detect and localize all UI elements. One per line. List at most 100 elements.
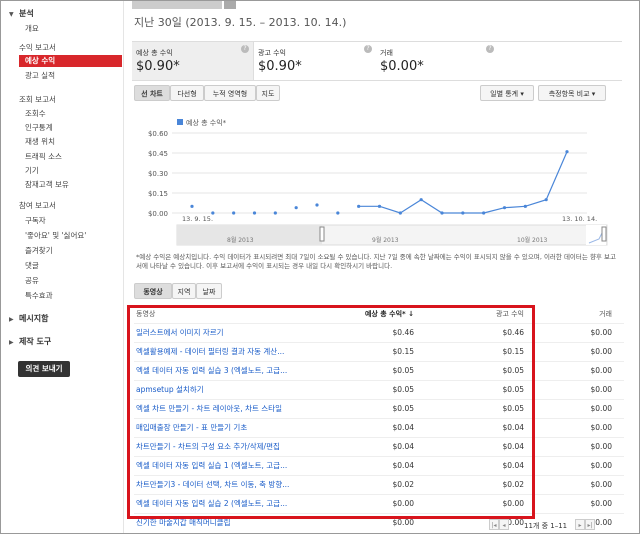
revenue-note: *예상 수익은 예상치입니다. 수익 데이터가 표시되려면 최대 7일이 소요될… bbox=[136, 253, 616, 270]
pager-label: 11개 중 1–11 bbox=[524, 522, 568, 530]
sidebar-item-ad-performance[interactable]: 광고 실적 bbox=[25, 70, 55, 81]
sidebar-item-comments[interactable]: 댓글 bbox=[25, 260, 39, 271]
data-point bbox=[190, 204, 194, 208]
sidebar-section-creation-tools[interactable]: ▶ 제작 도구 bbox=[9, 336, 51, 347]
sidebar-item-favorites[interactable]: 즐겨찾기 bbox=[25, 245, 53, 256]
overview-month-label: 8월 2013 bbox=[227, 236, 254, 244]
legend-swatch bbox=[177, 119, 183, 125]
col-transactions[interactable]: 거래 bbox=[574, 305, 612, 323]
metric-summary: 예상 총 수익 $0.90* ? 광고 수익 $0.90* ? 거래 $0.00… bbox=[132, 41, 622, 81]
data-point bbox=[232, 211, 236, 215]
sidebar-item-audience-retention[interactable]: 잠재고객 보유 bbox=[25, 179, 69, 190]
tab-date[interactable]: 날짜 bbox=[196, 283, 222, 299]
series-line bbox=[358, 151, 568, 214]
transactions-cell: $0.00 bbox=[590, 404, 612, 413]
sidebar-item-likes-dislikes[interactable]: '좋아요' 및 '싫어요' bbox=[25, 230, 86, 241]
data-point bbox=[252, 211, 257, 215]
sidebar-item-engagement-reports[interactable]: 참여 보고서 bbox=[19, 200, 56, 211]
dropdown-arrow-icon: ▾ bbox=[591, 90, 596, 98]
metric-ad-revenue[interactable]: 광고 수익 $0.90* ? bbox=[254, 42, 376, 80]
metric-estimated-revenue[interactable]: 예상 총 수익 $0.90* ? bbox=[132, 42, 254, 80]
sidebar-item-revenue-reports[interactable]: 수익 보고서 bbox=[19, 42, 56, 53]
transactions-cell: $0.00 bbox=[590, 480, 612, 489]
transactions-cell: $0.00 bbox=[590, 347, 612, 356]
metric-transactions[interactable]: 거래 $0.00* ? bbox=[376, 42, 498, 80]
data-point bbox=[502, 206, 507, 210]
highlight-box bbox=[127, 305, 535, 519]
transactions-cell: $0.00 bbox=[590, 385, 612, 394]
help-icon[interactable]: ? bbox=[241, 45, 249, 53]
y-tick-label: $0.00 bbox=[148, 210, 168, 218]
sidebar-section-inbox[interactable]: ▶ 메시지함 bbox=[9, 313, 48, 324]
transactions-cell: $0.00 bbox=[590, 423, 612, 432]
chart-svg: 예상 총 수익* $0.60 $0.45 $0.30 $0.15 $0.00 13. 9. … bbox=[148, 118, 608, 246]
sidebar: ▼ 분석 개요 수익 보고서 예상 수익 광고 실적 조회 보고서 조회수 인구통… bbox=[1, 1, 124, 533]
sidebar-item-estimated-revenue[interactable]: 예상 수익 bbox=[19, 55, 122, 67]
tab-region[interactable]: 지역 bbox=[172, 283, 196, 299]
tab-multi-line[interactable]: 다선형 bbox=[170, 85, 204, 101]
sidebar-item-subscribers[interactable]: 구독자 bbox=[25, 215, 46, 226]
first-page-icon[interactable]: |◂ bbox=[489, 519, 499, 530]
data-point bbox=[482, 211, 486, 215]
sidebar-item-demographics[interactable]: 인구통계 bbox=[25, 122, 53, 133]
data-point bbox=[377, 204, 382, 208]
y-tick-label: $0.45 bbox=[148, 150, 168, 158]
data-point bbox=[398, 211, 402, 215]
collapse-triangle-icon: ▼ bbox=[9, 11, 14, 18]
tab-video[interactable]: 동영상 bbox=[134, 283, 172, 299]
dropdown-arrow-icon: ▾ bbox=[520, 90, 524, 98]
expand-triangle-icon: ▶ bbox=[9, 316, 14, 323]
tab-map[interactable]: 지도 bbox=[256, 85, 280, 101]
range-handle-left bbox=[319, 226, 325, 242]
last-page-icon[interactable]: ▸| bbox=[585, 519, 595, 530]
data-point bbox=[523, 204, 527, 208]
compare-metric-dropdown[interactable]: 측정항목 비교 ▾ bbox=[538, 85, 606, 101]
legend-label: 예상 총 수익* bbox=[186, 118, 227, 127]
date-range-title: 지난 30일 (2013. 9. 15. – 2013. 10. 14.) bbox=[134, 16, 347, 29]
data-point bbox=[544, 198, 548, 202]
x-start-label: 13. 9. 15. bbox=[182, 215, 213, 223]
next-page-icon[interactable]: ▸ bbox=[575, 519, 585, 530]
data-point bbox=[294, 206, 298, 210]
data-point bbox=[315, 203, 319, 207]
help-icon[interactable]: ? bbox=[364, 45, 372, 53]
help-icon[interactable]: ? bbox=[486, 45, 494, 53]
thumbnail-badge bbox=[224, 1, 236, 9]
line-chart: 예상 총 수익* $0.60 $0.45 $0.30 $0.15 $0.00 13. 9. … bbox=[132, 113, 622, 253]
transactions-cell: $0.00 bbox=[590, 328, 612, 337]
data-point bbox=[565, 150, 569, 154]
transactions-cell: $0.00 bbox=[590, 461, 612, 470]
data-point bbox=[273, 211, 277, 215]
x-end-label: 13. 10. 14. bbox=[562, 215, 597, 223]
sidebar-item-overview[interactable]: 개요 bbox=[25, 23, 39, 34]
expand-triangle-icon: ▶ bbox=[9, 339, 14, 346]
y-tick-label: $0.60 bbox=[148, 130, 168, 138]
data-point bbox=[440, 211, 444, 215]
y-tick-label: $0.15 bbox=[148, 190, 168, 198]
overview-month-label: 10월 2013 bbox=[517, 236, 548, 244]
prev-page-icon[interactable]: ◂ bbox=[499, 519, 509, 530]
sidebar-section-analysis[interactable]: ▼ 분석 bbox=[9, 8, 34, 19]
transactions-cell: $0.00 bbox=[590, 366, 612, 375]
transactions-cell: $0.00 bbox=[590, 499, 612, 508]
sidebar-item-devices[interactable]: 기기 bbox=[25, 165, 39, 176]
range-handle-right bbox=[601, 226, 607, 242]
data-point bbox=[336, 211, 340, 215]
sidebar-item-playback-locations[interactable]: 재생 위치 bbox=[25, 136, 55, 147]
period-dropdown[interactable]: 일별 통계 ▾ bbox=[480, 85, 534, 101]
feedback-button[interactable]: 의견 보내기 bbox=[18, 361, 70, 377]
tab-line-chart[interactable]: 선 차트 bbox=[134, 85, 170, 101]
data-point bbox=[461, 211, 465, 215]
sidebar-item-traffic-sources[interactable]: 트래픽 소스 bbox=[25, 151, 62, 162]
transactions-cell: $0.00 bbox=[590, 442, 612, 451]
sidebar-item-sharing[interactable]: 공유 bbox=[25, 275, 39, 286]
data-point bbox=[419, 198, 423, 202]
data-point bbox=[357, 204, 361, 208]
tab-stacked-area[interactable]: 누적 영역형 bbox=[204, 85, 256, 101]
sidebar-item-views[interactable]: 조회수 bbox=[25, 108, 46, 119]
video-thumbnail-strip bbox=[132, 1, 222, 9]
sidebar-item-views-reports[interactable]: 조회 보고서 bbox=[19, 94, 56, 105]
sidebar-item-annotations[interactable]: 특수효과 bbox=[25, 290, 53, 301]
y-tick-label: $0.30 bbox=[148, 170, 168, 178]
overview-month-label: 9월 2013 bbox=[372, 236, 399, 244]
